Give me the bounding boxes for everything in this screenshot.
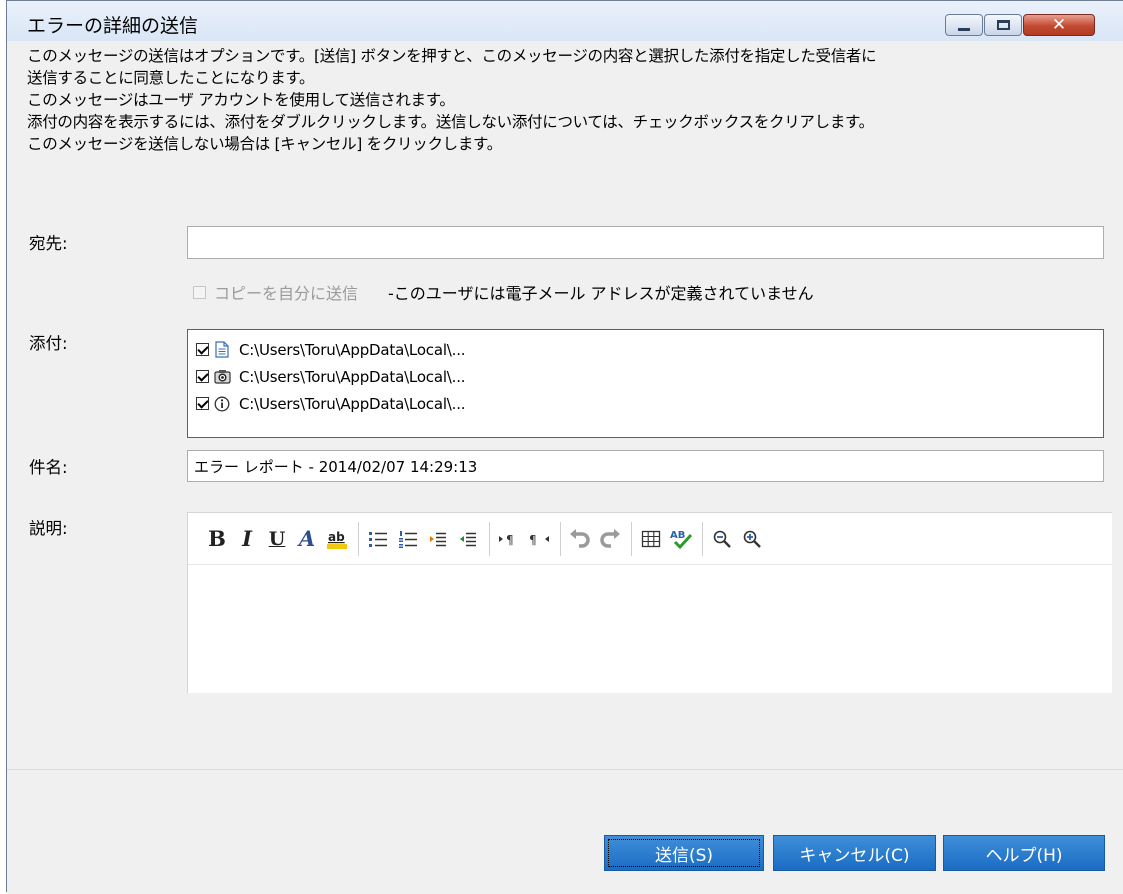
- attachment-path: C:\Users\Toru\AppData\Local\...: [239, 367, 466, 386]
- attachment-checkbox[interactable]: [196, 397, 209, 410]
- attachments-label: 添付:: [29, 334, 68, 353]
- bullet-list-icon: [369, 531, 387, 547]
- copy-to-self-row: コピーを自分に送信 -このユーザには電子メール アドレスが定義されていません: [193, 281, 814, 303]
- right-to-left-icon: ¶: [529, 533, 549, 547]
- bold-button[interactable]: B: [204, 526, 230, 552]
- svg-text:AB: AB: [670, 530, 685, 541]
- help-button[interactable]: ヘルプ(H): [943, 835, 1105, 871]
- highlight-button[interactable]: ab: [324, 526, 350, 552]
- button-bar: [7, 769, 1123, 894]
- rtl-button[interactable]: ¶: [526, 526, 552, 552]
- subject-input[interactable]: [187, 450, 1104, 482]
- toolbar-separator: [489, 521, 490, 556]
- dialog-spacer: [7, 693, 1123, 771]
- insert-table-button[interactable]: [638, 526, 664, 552]
- spellcheck-button[interactable]: AB: [668, 526, 694, 552]
- attachment-path: C:\Users\Toru\AppData\Local\...: [239, 340, 466, 359]
- title-bar: エラーの詳細の送信 ✕: [7, 1, 1123, 41]
- description-editor[interactable]: B I U A ab ¶ ¶ AB: [187, 512, 1112, 693]
- numbered-list-icon: [399, 530, 417, 548]
- to-label: 宛先:: [29, 234, 68, 253]
- spellcheck-icon: AB: [670, 530, 693, 549]
- minimize-button[interactable]: [945, 14, 983, 36]
- description-label: 説明:: [29, 519, 68, 538]
- font-color-button[interactable]: A: [294, 526, 320, 552]
- document-icon: [213, 341, 231, 359]
- svg-text:¶: ¶: [529, 533, 537, 547]
- redo-icon: [600, 528, 620, 548]
- info-line: このメッセージを送信しない場合は [キャンセル] をクリックします。: [27, 135, 502, 153]
- attachment-checkbox[interactable]: [196, 370, 209, 383]
- cancel-button[interactable]: キャンセル(C): [773, 835, 936, 871]
- outdent-icon: [460, 532, 476, 546]
- undo-button[interactable]: [567, 526, 593, 552]
- indent-icon: [430, 532, 446, 546]
- zoom-in-icon: [743, 530, 761, 548]
- info-line: 添付の内容を表示するには、添付をダブルクリックします。送信しない添付については、…: [27, 113, 874, 131]
- subject-label: 件名:: [29, 458, 68, 477]
- toolbar-separator: [702, 521, 703, 556]
- toolbar-separator: [560, 521, 561, 556]
- numbered-list-button[interactable]: [395, 526, 421, 552]
- underline-button[interactable]: U: [264, 526, 290, 552]
- italic-button[interactable]: I: [234, 526, 260, 552]
- indent-button[interactable]: [425, 526, 451, 552]
- to-input[interactable]: [187, 226, 1104, 259]
- info-line: このメッセージはユーザ アカウントを使用して送信されます。: [27, 91, 455, 109]
- attachment-item[interactable]: C:\Users\Toru\AppData\Local\...: [188, 363, 1103, 390]
- left-to-right-icon: ¶: [499, 533, 514, 547]
- send-error-details-dialog: エラーの詳細の送信 ✕ このメッセージの送信はオプションです。[送信] ボタンを…: [6, 0, 1123, 894]
- window-title: エラーの詳細の送信: [27, 15, 199, 37]
- camera-icon: [213, 368, 231, 386]
- attachment-item[interactable]: C:\Users\Toru\AppData\Local\...: [188, 390, 1103, 417]
- table-icon: [641, 530, 661, 547]
- info-icon: [213, 395, 231, 413]
- attachment-checkbox[interactable]: [196, 343, 209, 356]
- bullet-list-button[interactable]: [365, 526, 391, 552]
- toolbar-separator: [631, 521, 632, 556]
- zoom-out-button[interactable]: [709, 526, 735, 552]
- svg-text:¶: ¶: [506, 533, 514, 547]
- zoom-out-icon: [713, 530, 731, 548]
- minimize-icon: [958, 27, 970, 31]
- attachments-list: C:\Users\Toru\AppData\Local\... C:\Users…: [187, 329, 1104, 438]
- undo-icon: [570, 528, 590, 548]
- info-line: このメッセージの送信はオプションです。[送信] ボタンを押すと、このメッセージの…: [27, 47, 877, 65]
- send-button[interactable]: 送信(S): [604, 835, 764, 871]
- copy-to-self-checkbox[interactable]: [193, 285, 206, 299]
- ltr-button[interactable]: ¶: [496, 526, 522, 552]
- editor-toolbar: B I U A ab ¶ ¶ AB: [188, 513, 1112, 565]
- zoom-in-button[interactable]: [739, 526, 765, 552]
- outdent-button[interactable]: [455, 526, 481, 552]
- close-icon: ✕: [1051, 14, 1067, 35]
- maximize-icon: [996, 20, 1010, 30]
- attachment-item[interactable]: C:\Users\Toru\AppData\Local\...: [188, 336, 1103, 363]
- toolbar-separator: [358, 521, 359, 556]
- close-button[interactable]: ✕: [1023, 14, 1095, 36]
- no-email-note: -このユーザには電子メール アドレスが定義されていません: [388, 284, 814, 303]
- info-text: このメッセージの送信はオプションです。[送信] ボタンを押すと、このメッセージの…: [27, 45, 1117, 155]
- redo-button[interactable]: [597, 526, 623, 552]
- maximize-button[interactable]: [984, 14, 1022, 36]
- attachment-path: C:\Users\Toru\AppData\Local\...: [239, 394, 466, 413]
- copy-to-self-label: コピーを自分に送信: [214, 284, 359, 303]
- info-line: 送信することに同意したことになります。: [27, 69, 315, 87]
- highlight-label: ab: [328, 530, 345, 544]
